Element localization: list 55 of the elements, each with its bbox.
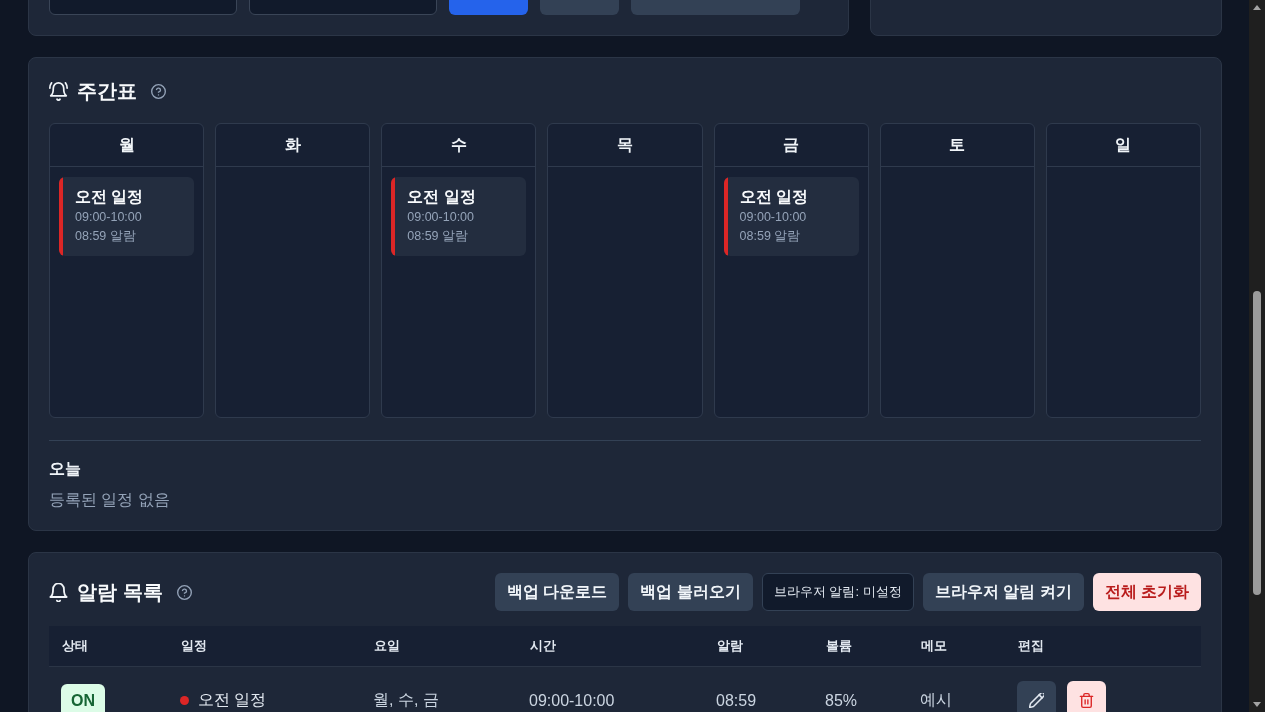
bell-icon (49, 582, 68, 602)
table-cell-text: 월, 수, 금 (373, 690, 439, 710)
day-header: 수 (382, 124, 536, 167)
event-card[interactable]: 오전 일정 09:00-10:00 08:59 알람 (59, 177, 195, 256)
toolbar-button[interactable]: 백업 불러오기 (628, 573, 753, 611)
event-title: 오전 일정 (739, 187, 808, 207)
empty-message: 등록된 일정 없음 (49, 490, 171, 510)
table-cell-text: 오전 일정 (198, 690, 267, 710)
day-header: 목 (548, 124, 702, 167)
today-heading: 오늘 (49, 459, 82, 479)
delete-button[interactable] (1067, 681, 1106, 712)
event-title: 오전 일정 (407, 187, 476, 207)
section-title: 알람 목록 (77, 580, 163, 605)
help-icon[interactable] (151, 83, 166, 99)
day-header: 금 (714, 124, 868, 167)
pencil-icon (1029, 693, 1044, 708)
status-badge: 브라우저 알림: 미설정 (761, 573, 914, 611)
column-header: 볼륨 (826, 638, 852, 653)
day-header: 월 (50, 124, 204, 167)
event-time: 09:00-10:00 (739, 209, 808, 226)
scrollbar-thumb[interactable] (1253, 291, 1261, 595)
column-header: 상태 (62, 638, 88, 653)
column-header: 알람 (717, 638, 743, 653)
event-time: 09:00-10:00 (75, 209, 143, 226)
reset-button[interactable]: 전체 초기화 (1092, 573, 1201, 611)
event-title: 오전 일정 (75, 187, 144, 207)
column-header: 메모 (921, 638, 947, 653)
table-cell: 08:59 (716, 691, 757, 710)
status-toggle[interactable]: ON (61, 683, 105, 712)
table-cell: 85% (825, 691, 858, 710)
scrollbar[interactable] (1249, 0, 1265, 712)
toolbar-button[interactable]: 브라우저 알림 켜기 (922, 573, 1084, 611)
day-header: 일 (1046, 124, 1200, 167)
help-icon[interactable] (176, 584, 192, 600)
event-card[interactable]: 오전 일정 09:00-10:00 08:59 알람 (723, 177, 859, 256)
edit-button[interactable] (1017, 681, 1056, 712)
column-header: 요일 (374, 638, 400, 653)
event-alarm: 08:59 알람 (739, 228, 802, 245)
event-alarm: 08:59 알람 (407, 228, 470, 245)
table-cell: 09:00-10:00 (529, 691, 615, 710)
day-header: 화 (216, 124, 370, 167)
trash-icon (1079, 693, 1094, 708)
event-card[interactable]: 오전 일정 09:00-10:00 08:59 알람 (391, 177, 527, 256)
bell-icon (49, 81, 68, 101)
event-alarm: 08:59 알람 (75, 228, 137, 245)
down-arrow-icon[interactable] (1253, 702, 1261, 707)
column-header: 편집 (1018, 638, 1044, 653)
column-header: 시간 (530, 638, 556, 653)
column-header: 일정 (181, 638, 207, 653)
up-arrow-icon[interactable] (1253, 5, 1261, 10)
day-header: 토 (880, 124, 1034, 167)
event-time: 09:00-10:00 (407, 209, 475, 226)
section-title: 주간표 (77, 79, 137, 104)
table-cell-text: 예시 (920, 690, 952, 710)
toolbar-button[interactable]: 백업 다운로드 (494, 573, 620, 611)
